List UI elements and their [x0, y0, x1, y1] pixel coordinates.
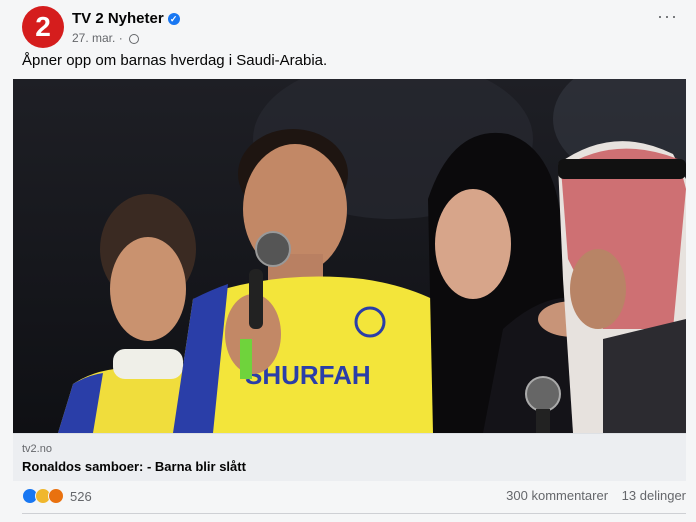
- post-image[interactable]: SHURFAH: [13, 79, 686, 433]
- link-domain: tv2.no: [22, 443, 52, 455]
- more-options-button[interactable]: ···: [657, 6, 678, 27]
- shares-count[interactable]: 13 delinger: [622, 488, 686, 503]
- reaction-count: 526: [70, 488, 92, 504]
- facebook-post-card: 2 TV 2 Nyheter ✓ 27. mar. · ··· Åpner opp…: [0, 0, 696, 522]
- post-date[interactable]: 27. mar.: [72, 31, 115, 45]
- post-header: 2 TV 2 Nyheter ✓ 27. mar. · ···: [22, 6, 686, 50]
- post-text: Åpner opp om barnas hverdag i Saudi-Arab…: [22, 52, 328, 69]
- verified-badge-icon: ✓: [167, 13, 180, 25]
- post-meta: 27. mar. ·: [72, 31, 140, 45]
- globe-icon: [129, 34, 140, 44]
- footer-divider: [22, 513, 686, 514]
- photo-illustration: SHURFAH: [58, 79, 686, 433]
- angry-reaction-icon: [48, 488, 64, 504]
- engagement-stats: 300 kommentarer 13 delinger: [496, 488, 686, 503]
- page-avatar[interactable]: 2: [22, 6, 64, 48]
- post-footer: 526 300 kommentarer 13 delinger: [22, 488, 686, 508]
- page-name-link[interactable]: TV 2 Nyheter ✓: [72, 10, 180, 27]
- reactions-summary[interactable]: 526: [22, 488, 92, 504]
- link-title[interactable]: Ronaldos samboer: - Barna blir slått: [22, 459, 246, 474]
- comments-count[interactable]: 300 kommentarer: [506, 488, 608, 503]
- link-preview[interactable]: tv2.no Ronaldos samboer: - Barna blir sl…: [13, 433, 686, 481]
- meta-separator: ·: [118, 31, 123, 45]
- page-name: TV 2 Nyheter: [72, 10, 164, 27]
- avatar-logo-text: 2: [35, 11, 51, 42]
